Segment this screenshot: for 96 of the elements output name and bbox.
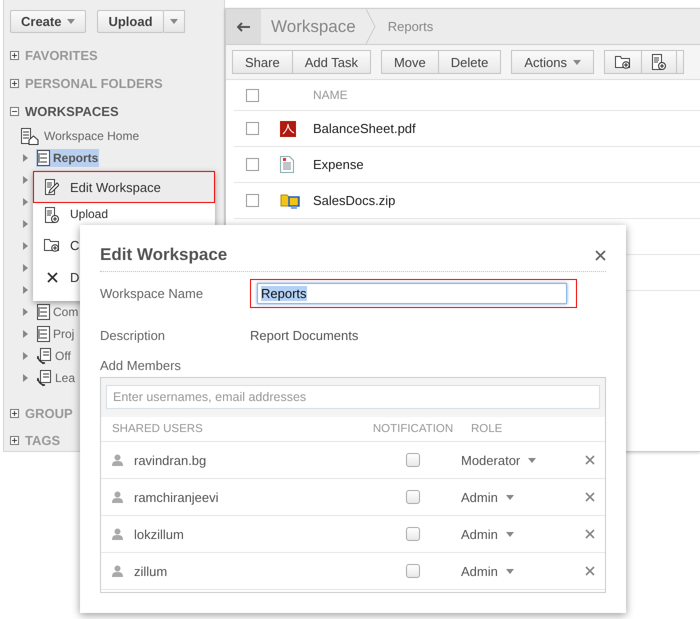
expand-arrow-icon[interactable] (23, 286, 28, 294)
user-icon (112, 491, 123, 503)
role-dropdown[interactable]: Admin (461, 490, 514, 504)
column-header: ROLE (471, 423, 502, 435)
field-label: Add Members (100, 358, 182, 373)
caret-icon (506, 494, 514, 500)
user-icon (112, 454, 123, 466)
file-name[interactable]: BalanceSheet.pdf (313, 121, 416, 136)
add-document-icon (652, 54, 666, 70)
back-button[interactable] (226, 9, 261, 44)
add-document-icon (45, 207, 59, 223)
role-dropdown[interactable]: Moderator (461, 452, 536, 468)
collapse-icon[interactable] (10, 106, 19, 116)
expand-icon[interactable] (10, 436, 19, 445)
expand-arrow-icon[interactable] (23, 154, 28, 162)
expand-arrow-icon[interactable] (23, 264, 28, 272)
field-value: Report Documents (250, 328, 358, 342)
remove-icon[interactable] (585, 455, 595, 465)
tree-item[interactable]: Reports (36, 149, 100, 167)
workspace-icon (37, 326, 50, 342)
expand-arrow-icon[interactable] (23, 220, 28, 228)
expand-arrow-icon[interactable] (23, 176, 28, 184)
new-folder-button[interactable] (604, 50, 642, 74)
select-all-checkbox[interactable] (246, 88, 259, 102)
expand-arrow-icon[interactable] (23, 374, 28, 382)
toolbar-button[interactable]: Share (232, 50, 293, 74)
folder-icon (280, 192, 300, 209)
row-checkbox[interactable] (246, 122, 259, 135)
actions-button[interactable]: Actions (511, 50, 594, 74)
toolbar-button[interactable]: Move (380, 50, 439, 74)
caret-icon (506, 568, 514, 574)
add-folder-icon (614, 55, 631, 69)
tree-item[interactable]: Lea (36, 369, 76, 387)
user-icon (112, 565, 123, 577)
expand-icon[interactable] (10, 50, 19, 60)
pdf-file-icon (280, 120, 296, 136)
expand-arrow-icon[interactable] (23, 308, 28, 316)
close-icon (46, 272, 58, 282)
field-label: Description (100, 328, 166, 342)
notification-checkbox[interactable] (406, 453, 420, 467)
expand-arrow-icon[interactable] (23, 198, 28, 206)
row-checkbox[interactable] (246, 194, 259, 207)
role-dropdown[interactable]: Admin (461, 564, 514, 578)
toolbar-button[interactable]: Add Task (292, 50, 371, 74)
members-input-field[interactable]: Enter usernames, email addresses (106, 385, 600, 409)
dropdown-button[interactable] (164, 10, 185, 33)
back-arrow-icon (236, 22, 250, 32)
add-folder-icon (44, 238, 60, 252)
caret-icon (170, 19, 178, 24)
toolbar-button[interactable]: Delete (438, 50, 502, 74)
row-checkbox[interactable] (246, 158, 259, 171)
field-label: Workspace Name (100, 286, 204, 300)
user-name: lokzillum (134, 526, 184, 542)
user-name: ramchiranjeevi (134, 490, 219, 504)
tree-item[interactable]: Proj (36, 325, 76, 343)
column-header: NOTIFICATION (372, 423, 454, 435)
expand-icon[interactable] (10, 408, 19, 418)
tree-item[interactable]: Off (36, 347, 72, 365)
remove-icon[interactable] (585, 492, 595, 502)
user-name: ravindran.bg (134, 452, 206, 468)
workspace-icon (37, 304, 50, 320)
expand-arrow-icon[interactable] (23, 242, 28, 250)
section-title[interactable]: WORKSPACES (25, 104, 119, 118)
column-header: SHARED USERS (112, 423, 203, 435)
user-icon (112, 528, 123, 540)
menu-item[interactable]: Edit Workspace (33, 171, 215, 203)
workspace-icon (37, 150, 50, 166)
dialog-title: Edit Workspace (100, 245, 228, 265)
remove-icon[interactable] (585, 566, 595, 576)
document-icon (280, 156, 294, 173)
user-name: zillum (134, 564, 168, 578)
expand-icon[interactable] (10, 78, 19, 88)
close-icon[interactable] (595, 250, 606, 260)
workspace-home-icon (21, 128, 39, 144)
tree-item[interactable]: Com (36, 303, 80, 321)
edit-document-icon (45, 179, 59, 195)
upload-button[interactable]: Upload (97, 10, 164, 33)
expand-arrow-icon[interactable] (23, 352, 28, 360)
name-input-field[interactable]: Reports (257, 282, 567, 304)
file-name[interactable]: Expense (313, 157, 364, 172)
caret-icon (528, 458, 536, 462)
tree-item[interactable]: Workspace Home (44, 129, 140, 143)
notification-checkbox[interactable] (406, 564, 420, 578)
notification-checkbox[interactable] (406, 527, 420, 541)
remove-icon[interactable] (585, 529, 595, 539)
new-file-button[interactable] (642, 50, 677, 74)
expand-arrow-icon[interactable] (23, 330, 28, 338)
shared-workspace-icon (37, 348, 52, 364)
create-button[interactable]: Create (10, 10, 86, 33)
shared-workspace-icon (37, 370, 52, 386)
role-dropdown[interactable]: Admin (461, 526, 514, 542)
caret-icon (506, 532, 514, 536)
notification-checkbox[interactable] (406, 490, 420, 504)
file-name[interactable]: SalesDocs.zip (313, 193, 396, 208)
caret-icon (67, 19, 76, 24)
caret-icon (572, 60, 581, 64)
